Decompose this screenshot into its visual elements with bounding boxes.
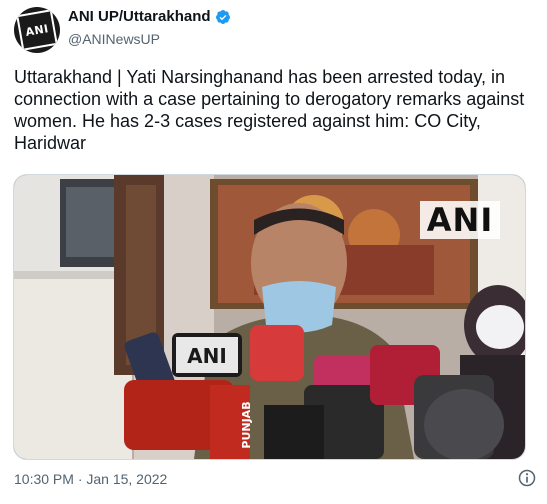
handle[interactable]: @ANINewsUP (68, 29, 231, 49)
mic-flag-ani: ANI (187, 344, 227, 368)
account-names: ANI UP/Uttarakhand @ANINewsUP (68, 7, 231, 49)
verified-badge-icon (215, 10, 230, 24)
tweet-text: Uttarakhand | Yati Narsinghanand has bee… (14, 67, 525, 153)
tweet-header: ANI ANI UP/Uttarakhand @ANINewsUP (14, 5, 534, 53)
timestamp[interactable]: 10:30 PM · Jan 15, 2022 (14, 471, 167, 487)
ani-watermark: ANI (420, 201, 500, 239)
avatar[interactable]: ANI (14, 7, 60, 53)
info-icon[interactable] (517, 468, 537, 488)
avatar-logo: ANI (16, 9, 58, 51)
tweet-media-image[interactable]: ANI PUNJAB ANI (13, 174, 526, 460)
display-name-row[interactable]: ANI UP/Uttarakhand (68, 7, 231, 27)
display-name[interactable]: ANI UP/Uttarakhand (68, 7, 211, 27)
tweet-footer: 10:30 PM · Jan 15, 2022 (14, 468, 537, 490)
mic-flag-punjab: PUNJAB (240, 401, 253, 448)
